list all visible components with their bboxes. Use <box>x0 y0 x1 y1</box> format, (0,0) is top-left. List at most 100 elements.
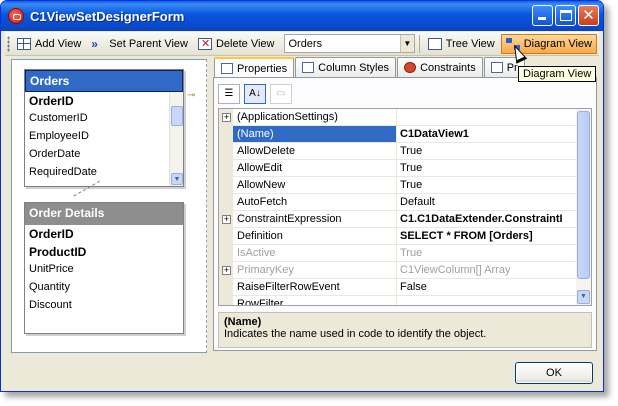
property-row[interactable]: AllowEdit True <box>219 160 579 177</box>
expand-icon[interactable]: + <box>222 113 231 122</box>
property-name[interactable]: AllowDelete <box>233 143 397 160</box>
field-item[interactable]: OrderDate <box>25 146 183 164</box>
row-margin <box>219 177 233 194</box>
properties-icon <box>221 63 233 74</box>
minimize-button[interactable] <box>532 5 553 26</box>
view-selector-combo[interactable]: Orders ▼ <box>284 34 415 53</box>
property-pages-button[interactable]: ▭ <box>270 84 292 104</box>
tab-properties[interactable]: Properties <box>214 57 295 78</box>
maximize-button[interactable] <box>555 5 576 26</box>
property-row[interactable]: IsActive True <box>219 245 579 262</box>
property-value[interactable]: True <box>397 143 579 160</box>
property-value[interactable]: True <box>397 160 579 177</box>
property-value[interactable]: C1.C1DataExtender.ConstraintI <box>397 211 579 228</box>
property-grid-toolbar: ☰ A↓ ▭ <box>218 82 292 106</box>
property-value[interactable]: SELECT * FROM [Orders] <box>397 228 579 245</box>
expand-icon[interactable]: + <box>222 215 231 224</box>
table-order-details[interactable]: Order Details OrderID ProductID UnitPric… <box>24 202 184 334</box>
expand-icon[interactable]: + <box>222 266 231 275</box>
property-row[interactable]: Definition SELECT * FROM [Orders] <box>219 228 579 245</box>
property-row[interactable]: RaiseFilterRowEvent False <box>219 279 579 296</box>
property-name[interactable]: AllowNew <box>233 177 397 194</box>
scroll-down-icon[interactable]: ▼ <box>171 173 183 185</box>
ok-button[interactable]: OK <box>515 362 593 384</box>
add-view-button[interactable]: Add View <box>13 34 85 54</box>
property-row[interactable]: AllowNew True <box>219 177 579 194</box>
close-icon: ✕ <box>582 7 595 24</box>
property-name[interactable]: AllowEdit <box>233 160 397 177</box>
tree-view-button[interactable]: Tree View <box>424 34 499 54</box>
app-icon <box>8 8 24 24</box>
property-value[interactable]: C1DataView1 <box>397 126 579 143</box>
field-item[interactable]: OrderID <box>25 225 183 243</box>
property-name[interactable]: PrimaryKey <box>233 262 397 279</box>
property-row[interactable]: AutoFetch Default <box>219 194 579 211</box>
toolbar-grip-icon[interactable] <box>7 36 10 52</box>
scrollbar-thumb[interactable] <box>577 111 590 279</box>
property-name[interactable]: (ApplicationSettings) <box>233 109 397 126</box>
property-name[interactable]: IsActive <box>233 245 397 262</box>
property-value[interactable]: Default <box>397 194 579 211</box>
description-pane: (Name) Indicates the name used in code t… <box>218 312 592 348</box>
row-margin <box>219 296 233 305</box>
field-item[interactable]: OrderID <box>25 92 183 110</box>
property-value[interactable]: True <box>397 177 579 194</box>
property-row[interactable]: AllowDelete True <box>219 143 579 160</box>
constraints-icon <box>404 62 417 73</box>
field-item[interactable]: ProductID <box>25 243 183 261</box>
relation-key-icon: ⊸ <box>187 90 196 101</box>
tree-view-icon <box>427 37 442 50</box>
grid-scrollbar[interactable]: ▼ <box>576 109 591 305</box>
row-margin <box>219 194 233 211</box>
property-value[interactable] <box>397 109 579 126</box>
field-item[interactable]: Quantity <box>25 279 183 297</box>
set-parent-view-label: Set Parent View <box>109 37 188 50</box>
property-grid[interactable]: RowFilter RaiseFilterRowEvent False + Primar… <box>218 108 592 306</box>
tab-column-styles[interactable]: Column Styles <box>295 57 397 77</box>
diagram-view-label: Diagram View <box>523 37 592 50</box>
close-button[interactable]: ✕ <box>578 5 599 26</box>
row-margin: + <box>219 262 233 279</box>
scrollbar-thumb[interactable] <box>171 106 183 126</box>
table-scrollbar[interactable]: ▼ <box>169 92 183 186</box>
property-value[interactable] <box>397 296 579 305</box>
property-row[interactable]: + ConstraintExpression C1.C1DataExtender.C… <box>219 211 579 228</box>
window-title: C1ViewSetDesignerForm <box>30 8 185 24</box>
property-name[interactable]: RowFilter <box>233 296 397 305</box>
property-name[interactable]: (Name) <box>233 126 397 143</box>
dropdown-arrow-icon[interactable]: ▼ <box>399 35 414 52</box>
title-bar[interactable]: C1ViewSetDesignerForm ✕ <box>1 1 603 31</box>
tab-constraints[interactable]: Constraints <box>397 57 483 77</box>
property-value[interactable]: False <box>397 279 579 296</box>
row-margin <box>219 245 233 262</box>
set-parent-view-button[interactable]: » Set Parent View <box>87 34 192 54</box>
field-item[interactable]: EmployeeID <box>25 128 183 146</box>
table-header[interactable]: Order Details <box>25 203 183 225</box>
tab-label: Constraints <box>420 61 476 74</box>
property-row[interactable]: + (ApplicationSettings) <box>219 109 579 126</box>
property-name[interactable]: RaiseFilterRowEvent <box>233 279 397 296</box>
properties-panel: ☰ A↓ ▭ RowFilter RaiseFilterRowEvent False… <box>213 77 597 351</box>
toolbar-separator <box>418 34 420 53</box>
property-row[interactable]: + PrimaryKey C1ViewColumn[] Array <box>219 262 579 279</box>
delete-view-button[interactable]: Delete View <box>194 34 279 54</box>
table-orders[interactable]: Orders OrderID CustomerID EmployeeID Ord… <box>24 69 184 187</box>
alphabetical-sort-button[interactable]: A↓ <box>244 84 266 104</box>
property-tabs: Properties Column Styles Constraints Pr <box>214 57 526 78</box>
property-row[interactable]: (Name) C1DataView1 <box>219 126 579 143</box>
property-value[interactable]: C1ViewColumn[] Array <box>397 262 579 279</box>
property-value[interactable]: True <box>397 245 579 262</box>
property-row[interactable]: RowFilter <box>219 296 579 305</box>
diagram-canvas[interactable]: Orders OrderID CustomerID EmployeeID Ord… <box>11 59 207 353</box>
table-header[interactable]: Orders <box>25 70 183 92</box>
property-name[interactable]: AutoFetch <box>233 194 397 211</box>
scroll-down-icon[interactable]: ▼ <box>577 290 590 304</box>
property-name[interactable]: Definition <box>233 228 397 245</box>
field-item[interactable]: CustomerID <box>25 110 183 128</box>
field-item[interactable]: UnitPrice <box>25 261 183 279</box>
field-item[interactable]: Discount <box>25 297 183 315</box>
field-item[interactable]: RequiredDate <box>25 164 183 182</box>
property-name[interactable]: ConstraintExpression <box>233 211 397 228</box>
row-margin: + <box>219 211 233 228</box>
categorized-sort-button[interactable]: ☰ <box>218 84 240 104</box>
